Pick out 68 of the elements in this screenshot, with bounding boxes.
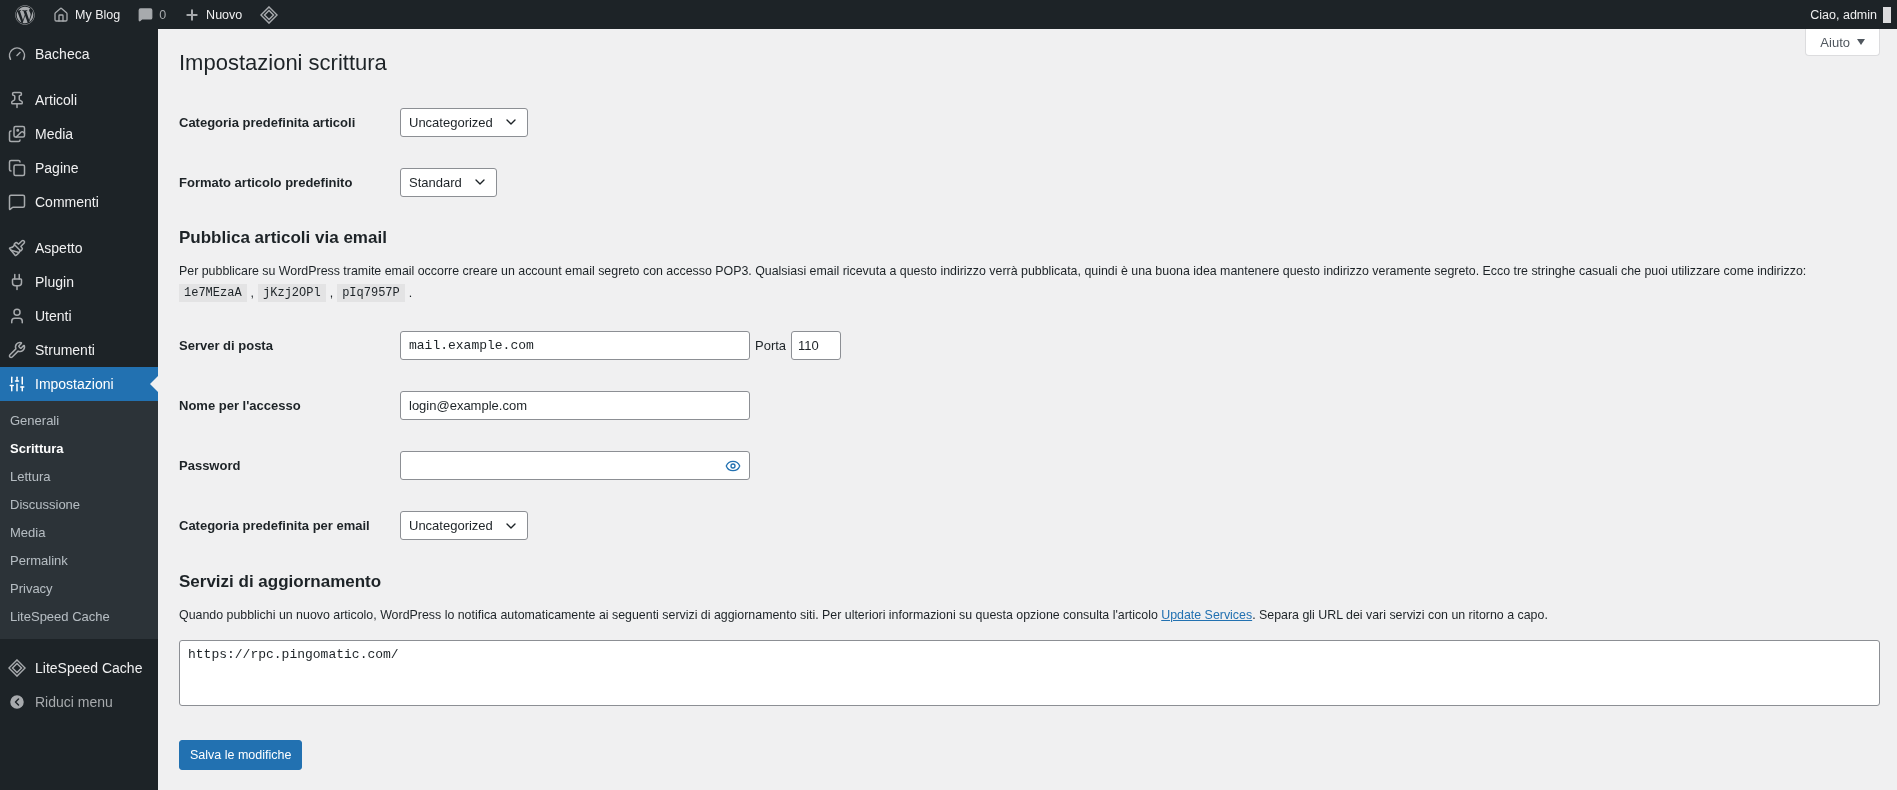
submenu-item[interactable]: Generali	[0, 407, 158, 435]
menu-item[interactable]: Aspetto	[0, 231, 158, 265]
port-field[interactable]: 110	[791, 331, 842, 361]
pages-icon	[8, 159, 26, 177]
diamond-icon	[260, 5, 279, 24]
textarea-field[interactable]: https://rpc.pingomatic.com/	[179, 640, 1880, 707]
menu-item[interactable]: Media	[0, 117, 158, 151]
menu-item[interactable]: Impostazioni	[0, 367, 158, 401]
section-heading: Pubblica articoli via email	[179, 227, 388, 249]
collapse-icon	[8, 693, 26, 711]
home-icon	[53, 6, 69, 23]
site-link[interactable]: My Blog	[44, 0, 130, 29]
collapse-menu-button[interactable]: Riduci menu	[0, 685, 158, 719]
field-label: Categoria predefinita per email	[179, 518, 371, 534]
menu-item[interactable]: Strumenti	[0, 333, 158, 367]
avatar-icon	[1883, 6, 1891, 23]
code-snippet: jKzj2OPl	[258, 283, 326, 302]
menu-item[interactable]: Articoli	[0, 83, 158, 117]
new-link[interactable]: Nuovo	[175, 0, 252, 29]
submenu-item[interactable]: Media	[0, 519, 158, 547]
speech-bubble-icon	[8, 193, 26, 211]
punctuation: .	[408, 285, 413, 300]
speech-bubble-icon	[138, 7, 154, 22]
description-text: Quando pubblichi un nuovo articolo, WordPress lo notifica automaticamente ai seguenti servizi di aggiornamento siti. Per ulteriori informazioni su questa opzione consulta l'articolo Update Services. Separa gli URL dei vari servizi con un ritorno a capo.	[179, 606, 1549, 624]
port-label: Porta	[755, 338, 787, 354]
password-field[interactable]	[400, 451, 750, 481]
menu-item[interactable]: Plugin	[0, 265, 158, 299]
menu-item[interactable]: Utenti	[0, 299, 158, 333]
select-field[interactable]: Uncategorized	[400, 511, 528, 541]
menu-item[interactable]: Pagine	[0, 151, 158, 185]
code-snippet: pIq7957P	[337, 283, 405, 302]
sliders-icon	[8, 375, 26, 393]
wrench-icon	[8, 341, 26, 359]
submenu-item[interactable]: Discussione	[0, 491, 158, 519]
pin-icon	[8, 91, 26, 109]
images-icon	[8, 125, 26, 143]
input-field[interactable]: mail.example.com	[400, 331, 750, 361]
brush-icon	[8, 239, 26, 257]
greeting-link[interactable]: Ciao, admin	[1810, 6, 1891, 23]
comments-link[interactable]: 0	[129, 0, 176, 29]
punctuation: ,	[250, 285, 255, 300]
field-label: Server di posta	[179, 338, 274, 354]
submenu-item[interactable]: LiteSpeed Cache	[0, 603, 158, 631]
punctuation: ,	[329, 285, 334, 300]
field-label: Categoria predefinita articoli	[179, 114, 357, 130]
page-title: Impostazioni scrittura	[179, 49, 387, 77]
section-heading: Servizi di aggiornamento	[179, 570, 383, 593]
menu-item[interactable]: Bacheca	[0, 37, 158, 71]
save-button[interactable]: Salva le modifiche	[179, 740, 303, 771]
select-field[interactable]: Uncategorized	[400, 107, 528, 137]
field-label: Formato articolo predefinito	[179, 174, 354, 190]
code-snippet: 1e7MEzaA	[179, 283, 247, 302]
menu-item[interactable]: Commenti	[0, 185, 158, 219]
field-label: Nome per l'accesso	[179, 398, 302, 414]
submenu-item[interactable]: Scrittura	[0, 435, 158, 463]
select-field[interactable]: Standard	[400, 167, 497, 197]
caret-icon	[1857, 39, 1865, 45]
diamond-icon	[8, 659, 26, 677]
gauge-icon	[8, 45, 26, 63]
submenu-item[interactable]: Privacy	[0, 575, 158, 603]
submenu-item[interactable]: Lettura	[0, 463, 158, 491]
menu-item[interactable]: LiteSpeed Cache	[0, 651, 158, 685]
user-icon	[8, 307, 26, 325]
description-text: Per pubblicare su WordPress tramite email occorre creare un account email segreto con accesso POP3. Qualsiasi email ricevuta a questo indirizzo verrà pubblicata, quindi è una buona idea mantenere questo indirizzo veramente segreto. Ecco tre stringhe casuali che puoi utilizzare come indirizzo:	[179, 263, 1808, 280]
submenu-item[interactable]: Permalink	[0, 547, 158, 575]
field-label: Password	[179, 458, 242, 474]
help-button[interactable]: Aiuto	[1805, 29, 1880, 56]
input-field[interactable]: login@example.com	[400, 391, 750, 421]
